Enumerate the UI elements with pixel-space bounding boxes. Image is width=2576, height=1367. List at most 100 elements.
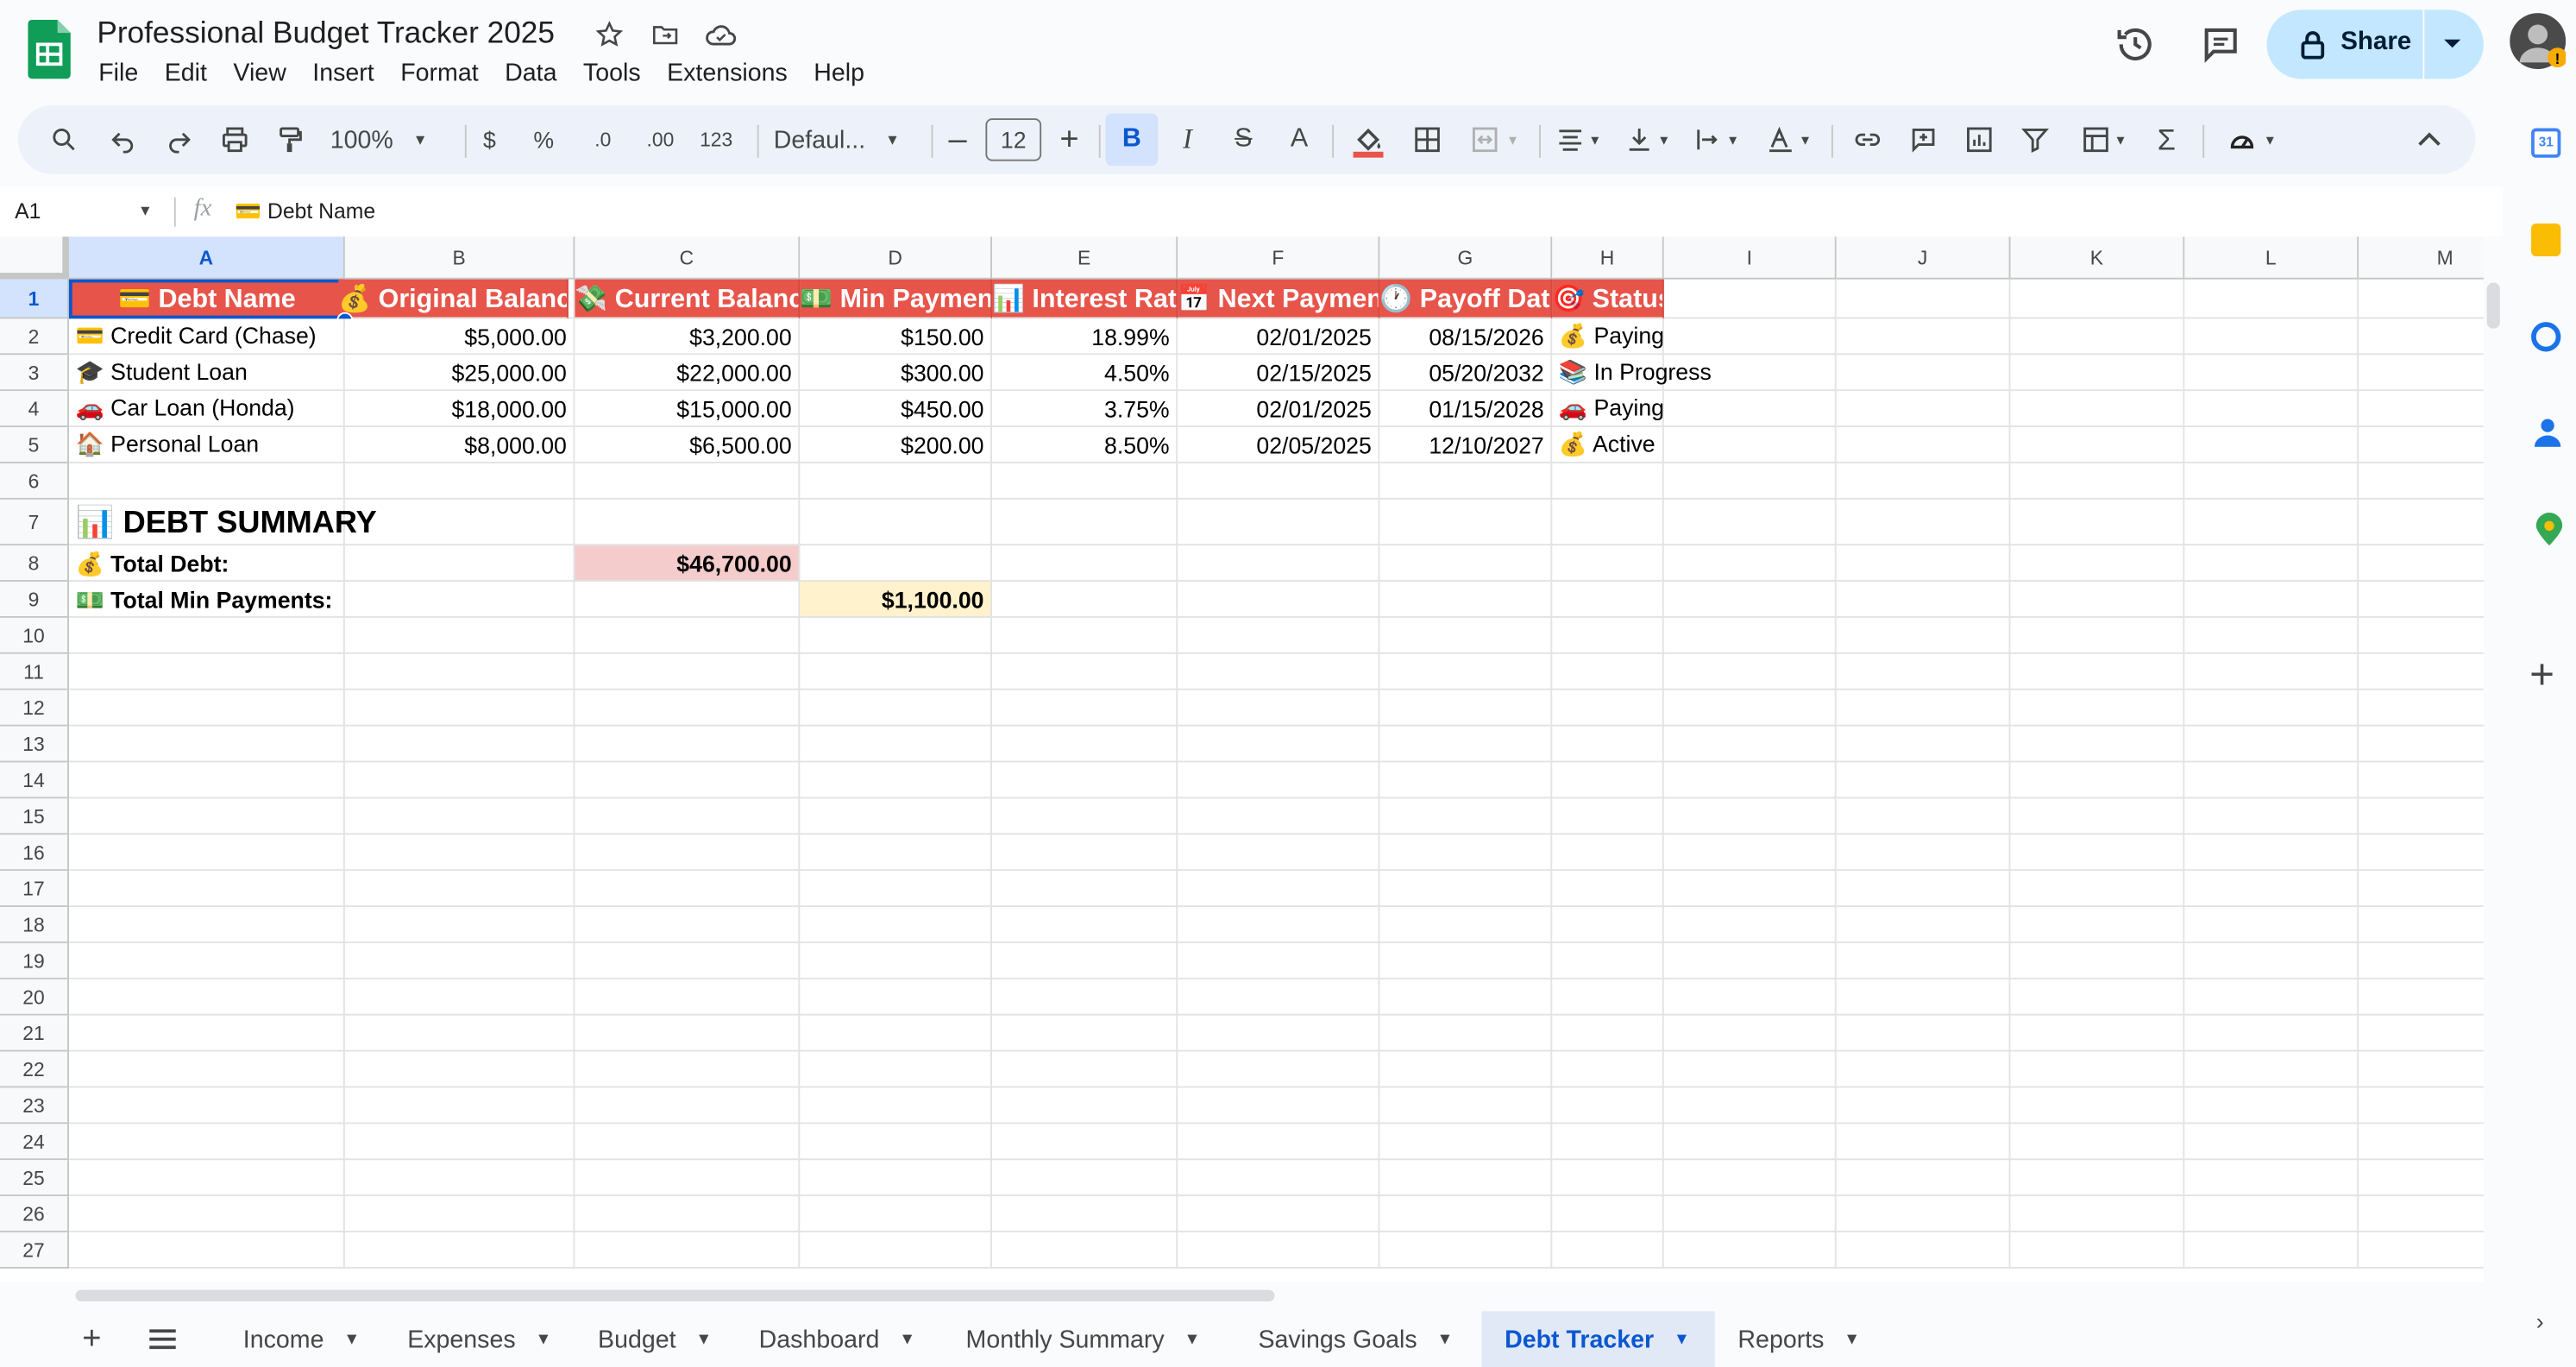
grid-cell[interactable] (2010, 617, 2185, 654)
grid-cell[interactable] (68, 1124, 345, 1161)
grid-cell[interactable] (992, 499, 1178, 546)
grid-cell[interactable] (1178, 1124, 1380, 1161)
header-min-payment[interactable]: 💵 Min Payment (800, 279, 993, 319)
grid-cell[interactable] (1663, 907, 1837, 943)
grid-cell[interactable] (1663, 617, 1837, 654)
search-menus-icon[interactable] (41, 105, 87, 174)
grid-cell[interactable] (800, 463, 993, 500)
header-status[interactable]: 🎯 Status (1552, 279, 1664, 319)
grid-cell[interactable] (2184, 427, 2359, 463)
grid-cell[interactable] (2184, 279, 2359, 319)
chevron-down-icon[interactable]: ▼ (1184, 1330, 1201, 1348)
grid-cell[interactable] (2359, 427, 2484, 463)
grid-cell[interactable] (2184, 1196, 2359, 1232)
grid-cell[interactable] (1552, 979, 1664, 1016)
total-min-payments-label[interactable]: 💵 Total Min Payments: (69, 582, 398, 618)
grid-cell[interactable] (1379, 1196, 1553, 1232)
currency-format-button[interactable]: $ (471, 105, 507, 174)
grid-cell[interactable] (68, 798, 345, 835)
debt-cell-rate[interactable]: 18.99% (992, 318, 1178, 356)
grid-cell[interactable] (344, 762, 575, 799)
column-header-g[interactable]: G (1379, 236, 1553, 280)
grid-cell[interactable] (1663, 1196, 1837, 1232)
header-original-balance[interactable]: 💰 Original Balance (338, 279, 569, 319)
debt-cell-rate[interactable]: 4.50% (992, 355, 1178, 392)
grid-cell[interactable] (344, 1196, 575, 1232)
debt-cell-current[interactable]: $6,500.00 (575, 427, 801, 463)
version-history-icon[interactable] (2114, 23, 2157, 66)
grid-cell[interactable] (1663, 1015, 1837, 1052)
grid-cell[interactable] (1379, 653, 1553, 690)
grid-cell[interactable] (800, 1124, 993, 1161)
grid-cell[interactable] (2184, 690, 2359, 727)
grid-cell[interactable] (1836, 545, 2011, 583)
font-size-input[interactable]: 12 (983, 105, 1043, 174)
grid-cell[interactable] (992, 979, 1178, 1016)
sheet-tab-dashboard[interactable]: Dashboard ▼ (736, 1311, 933, 1367)
row-header-6[interactable]: 6 (0, 463, 69, 500)
grid-cell[interactable] (68, 1015, 345, 1052)
sheet-tab-income[interactable]: Income ▼ (220, 1311, 378, 1367)
merge-cells-icon[interactable]: ▼ (1461, 105, 1530, 174)
grid-cell[interactable] (344, 617, 575, 654)
document-title[interactable]: Professional Budget Tracker 2025 (97, 15, 555, 51)
debt-cell-min[interactable]: $450.00 (800, 391, 993, 428)
horizontal-align-icon[interactable]: ▼ (1549, 105, 1608, 174)
debt-cell-current[interactable]: $22,000.00 (575, 355, 801, 392)
grid-cell[interactable] (2359, 654, 2484, 690)
grid-cell[interactable] (1178, 871, 1380, 908)
grid-cell[interactable] (575, 1232, 801, 1269)
text-color-button[interactable]: A (1276, 105, 1322, 174)
contacts-icon[interactable] (2534, 418, 2561, 456)
row-header-25[interactable]: 25 (0, 1160, 69, 1197)
grid-cell[interactable] (1836, 279, 2011, 319)
grid-cell[interactable] (800, 835, 993, 872)
grid-cell[interactable] (2359, 500, 2484, 546)
grid-cell[interactable] (992, 1124, 1178, 1161)
column-header-b[interactable]: B (344, 236, 575, 280)
grid-cell[interactable] (2184, 499, 2359, 546)
borders-icon[interactable] (1404, 105, 1450, 174)
font-family-select[interactable]: Defaul... ▼ (767, 105, 928, 174)
grid-cell[interactable] (1178, 1160, 1380, 1197)
grid-cell[interactable] (1379, 499, 1553, 546)
grid-cell[interactable] (1379, 1087, 1553, 1124)
grid-cell[interactable] (1178, 907, 1380, 943)
grid-cell[interactable] (992, 545, 1178, 583)
row-header-10[interactable]: 10 (0, 617, 69, 654)
sheet-tab-budget[interactable]: Budget ▼ (575, 1311, 729, 1367)
grid-cell[interactable] (800, 1160, 993, 1197)
column-header-k[interactable]: K (2010, 236, 2185, 280)
grid-cell[interactable] (1836, 427, 2011, 463)
grid-cell[interactable] (575, 726, 801, 763)
grid-cell[interactable] (2184, 582, 2359, 618)
column-header-m[interactable]: M (2359, 236, 2484, 280)
move-folder-icon[interactable] (650, 20, 680, 49)
grid-cell[interactable] (68, 1160, 345, 1197)
grid-cell[interactable] (575, 1087, 801, 1124)
grid-cell[interactable] (2010, 318, 2185, 356)
grid-cell[interactable] (800, 942, 993, 980)
maps-icon[interactable] (2535, 513, 2563, 554)
grid-cell[interactable] (1379, 907, 1553, 943)
chevron-down-icon[interactable]: ▼ (899, 1330, 915, 1348)
tasks-icon[interactable] (2531, 322, 2561, 352)
grid-cell[interactable] (1379, 871, 1553, 908)
row-header-12[interactable]: 12 (0, 690, 69, 727)
grid-cell[interactable] (1379, 798, 1553, 835)
grid-cell[interactable] (68, 835, 345, 872)
grid-cell[interactable] (2359, 943, 2484, 980)
grid-cell[interactable] (2010, 1015, 2185, 1052)
grid-cell[interactable] (1663, 1087, 1837, 1124)
grid-cell[interactable] (1552, 499, 1664, 546)
column-header-i[interactable]: I (1663, 236, 1837, 280)
collapse-toolbar-icon[interactable] (2406, 105, 2452, 174)
grid-cell[interactable] (2010, 726, 2185, 763)
text-rotation-icon[interactable]: ▼ (1756, 105, 1821, 174)
debt-cell-name[interactable]: 💳 Credit Card (Chase) (68, 318, 345, 356)
grid-cell[interactable] (1379, 463, 1553, 500)
grid-cell[interactable] (2010, 1051, 2185, 1088)
row-header-4[interactable]: 4 (0, 391, 69, 428)
grid-cell[interactable] (344, 979, 575, 1016)
grid-cell[interactable] (575, 798, 801, 835)
